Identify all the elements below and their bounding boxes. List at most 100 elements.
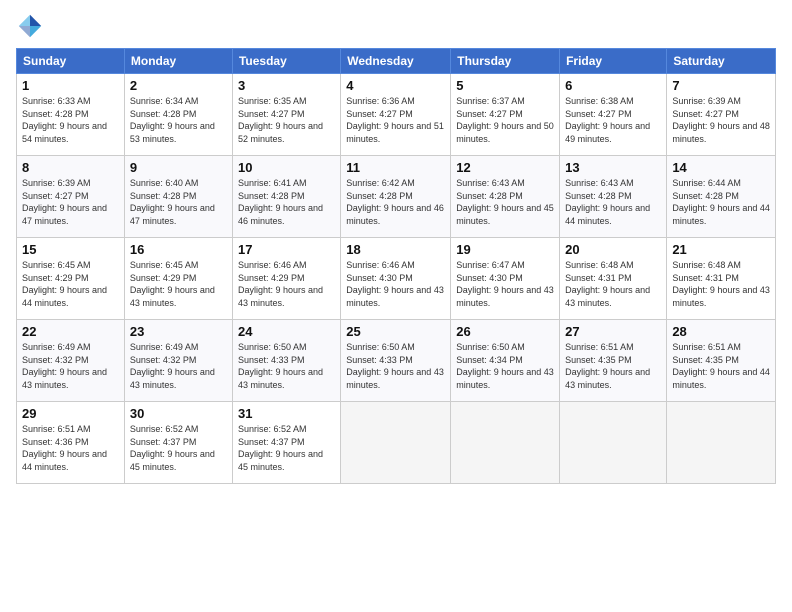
calendar-cell: 14Sunrise: 6:44 AMSunset: 4:28 PMDayligh…	[667, 156, 776, 238]
calendar-cell: 30Sunrise: 6:52 AMSunset: 4:37 PMDayligh…	[124, 402, 232, 484]
day-number: 16	[130, 242, 227, 257]
calendar-cell: 25 Sunrise: 6:50 AMSunset: 4:33 PMDayligh…	[341, 320, 451, 402]
day-number: 15	[22, 242, 119, 257]
calendar-cell: 23 Sunrise: 6:49 AMSunset: 4:32 PMDayligh…	[124, 320, 232, 402]
calendar-cell: 15 Sunrise: 6:45 AMSunset: 4:29 PMDayligh…	[17, 238, 125, 320]
day-info: Sunrise: 6:43 AMSunset: 4:28 PMDaylight:…	[456, 178, 554, 226]
calendar-cell: 20 Sunrise: 6:48 AMSunset: 4:31 PMDayligh…	[560, 238, 667, 320]
calendar-table: SundayMondayTuesdayWednesdayThursdayFrid…	[16, 48, 776, 484]
day-info: Sunrise: 6:39 AMSunset: 4:27 PMDaylight:…	[22, 178, 107, 226]
day-number: 2	[130, 78, 227, 93]
calendar-cell: 8 Sunrise: 6:39 AMSunset: 4:27 PMDaylight…	[17, 156, 125, 238]
day-number: 25	[346, 324, 445, 339]
day-number: 12	[456, 160, 554, 175]
day-info: Sunrise: 6:48 AMSunset: 4:31 PMDaylight:…	[672, 260, 770, 308]
calendar-cell: 22 Sunrise: 6:49 AMSunset: 4:32 PMDayligh…	[17, 320, 125, 402]
day-info: Sunrise: 6:52 AMSunset: 4:37 PMDaylight:…	[130, 424, 215, 472]
day-number: 5	[456, 78, 554, 93]
calendar-cell: 18 Sunrise: 6:46 AMSunset: 4:30 PMDayligh…	[341, 238, 451, 320]
day-number: 21	[672, 242, 770, 257]
calendar-cell: 12 Sunrise: 6:43 AMSunset: 4:28 PMDayligh…	[451, 156, 560, 238]
calendar-cell: 11 Sunrise: 6:42 AMSunset: 4:28 PMDayligh…	[341, 156, 451, 238]
day-number: 4	[346, 78, 445, 93]
calendar-cell: 28 Sunrise: 6:51 AMSunset: 4:35 PMDayligh…	[667, 320, 776, 402]
day-info: Sunrise: 6:51 AMSunset: 4:35 PMDaylight:…	[565, 342, 650, 390]
day-number: 17	[238, 242, 335, 257]
calendar-cell: 7 Sunrise: 6:39 AMSunset: 4:27 PMDaylight…	[667, 74, 776, 156]
calendar-cell: 3 Sunrise: 6:35 AMSunset: 4:27 PMDaylight…	[232, 74, 340, 156]
calendar-cell: 19Sunrise: 6:47 AMSunset: 4:30 PMDayligh…	[451, 238, 560, 320]
calendar-cell: 13 Sunrise: 6:43 AMSunset: 4:28 PMDayligh…	[560, 156, 667, 238]
calendar-cell: 4 Sunrise: 6:36 AMSunset: 4:27 PMDaylight…	[341, 74, 451, 156]
day-number: 8	[22, 160, 119, 175]
day-number: 22	[22, 324, 119, 339]
day-info: Sunrise: 6:44 AMSunset: 4:28 PMDaylight:…	[672, 178, 770, 226]
day-number: 9	[130, 160, 227, 175]
day-number: 10	[238, 160, 335, 175]
day-info: Sunrise: 6:51 AMSunset: 4:35 PMDaylight:…	[672, 342, 770, 390]
calendar-cell: 9Sunrise: 6:40 AMSunset: 4:28 PMDaylight…	[124, 156, 232, 238]
day-info: Sunrise: 6:48 AMSunset: 4:31 PMDaylight:…	[565, 260, 650, 308]
day-number: 7	[672, 78, 770, 93]
day-info: Sunrise: 6:50 AMSunset: 4:34 PMDaylight:…	[456, 342, 554, 390]
calendar-week-row: 1Sunrise: 6:33 AMSunset: 4:28 PMDaylight…	[17, 74, 776, 156]
day-number: 11	[346, 160, 445, 175]
day-info: Sunrise: 6:46 AMSunset: 4:30 PMDaylight:…	[346, 260, 444, 308]
day-info: Sunrise: 6:38 AMSunset: 4:27 PMDaylight:…	[565, 96, 650, 144]
day-number: 6	[565, 78, 661, 93]
day-number: 23	[130, 324, 227, 339]
header	[16, 12, 776, 40]
calendar-cell	[667, 402, 776, 484]
day-info: Sunrise: 6:45 AMSunset: 4:29 PMDaylight:…	[22, 260, 107, 308]
calendar-cell: 24 Sunrise: 6:50 AMSunset: 4:33 PMDayligh…	[232, 320, 340, 402]
logo	[16, 12, 48, 40]
day-info: Sunrise: 6:34 AMSunset: 4:28 PMDaylight:…	[130, 96, 215, 144]
day-info: Sunrise: 6:52 AMSunset: 4:37 PMDaylight:…	[238, 424, 323, 472]
calendar-cell	[451, 402, 560, 484]
weekday-header: Sunday	[17, 49, 125, 74]
day-info: Sunrise: 6:49 AMSunset: 4:32 PMDaylight:…	[130, 342, 215, 390]
weekday-header: Thursday	[451, 49, 560, 74]
calendar-cell: 21 Sunrise: 6:48 AMSunset: 4:31 PMDayligh…	[667, 238, 776, 320]
day-number: 13	[565, 160, 661, 175]
day-info: Sunrise: 6:41 AMSunset: 4:28 PMDaylight:…	[238, 178, 323, 226]
day-info: Sunrise: 6:50 AMSunset: 4:33 PMDaylight:…	[346, 342, 444, 390]
calendar-cell	[560, 402, 667, 484]
weekday-header: Saturday	[667, 49, 776, 74]
calendar-cell: 6 Sunrise: 6:38 AMSunset: 4:27 PMDaylight…	[560, 74, 667, 156]
day-number: 29	[22, 406, 119, 421]
weekday-header-row: SundayMondayTuesdayWednesdayThursdayFrid…	[17, 49, 776, 74]
day-info: Sunrise: 6:50 AMSunset: 4:33 PMDaylight:…	[238, 342, 323, 390]
calendar-cell: 31Sunrise: 6:52 AMSunset: 4:37 PMDayligh…	[232, 402, 340, 484]
calendar-cell: 17 Sunrise: 6:46 AMSunset: 4:29 PMDayligh…	[232, 238, 340, 320]
day-number: 26	[456, 324, 554, 339]
calendar-week-row: 15 Sunrise: 6:45 AMSunset: 4:29 PMDayligh…	[17, 238, 776, 320]
calendar-week-row: 29 Sunrise: 6:51 AMSunset: 4:36 PMDayligh…	[17, 402, 776, 484]
day-info: Sunrise: 6:42 AMSunset: 4:28 PMDaylight:…	[346, 178, 444, 226]
day-info: Sunrise: 6:33 AMSunset: 4:28 PMDaylight:…	[22, 96, 107, 144]
day-info: Sunrise: 6:35 AMSunset: 4:27 PMDaylight:…	[238, 96, 323, 144]
day-number: 27	[565, 324, 661, 339]
day-number: 24	[238, 324, 335, 339]
calendar-cell: 26 Sunrise: 6:50 AMSunset: 4:34 PMDayligh…	[451, 320, 560, 402]
day-number: 19	[456, 242, 554, 257]
weekday-header: Wednesday	[341, 49, 451, 74]
calendar-cell	[341, 402, 451, 484]
day-info: Sunrise: 6:43 AMSunset: 4:28 PMDaylight:…	[565, 178, 650, 226]
day-number: 28	[672, 324, 770, 339]
day-number: 20	[565, 242, 661, 257]
day-number: 18	[346, 242, 445, 257]
day-info: Sunrise: 6:39 AMSunset: 4:27 PMDaylight:…	[672, 96, 770, 144]
calendar-cell: 10 Sunrise: 6:41 AMSunset: 4:28 PMDayligh…	[232, 156, 340, 238]
day-number: 3	[238, 78, 335, 93]
day-info: Sunrise: 6:46 AMSunset: 4:29 PMDaylight:…	[238, 260, 323, 308]
calendar-cell: 2 Sunrise: 6:34 AMSunset: 4:28 PMDaylight…	[124, 74, 232, 156]
day-info: Sunrise: 6:45 AMSunset: 4:29 PMDaylight:…	[130, 260, 215, 308]
weekday-header: Friday	[560, 49, 667, 74]
day-info: Sunrise: 6:36 AMSunset: 4:27 PMDaylight:…	[346, 96, 444, 144]
day-info: Sunrise: 6:49 AMSunset: 4:32 PMDaylight:…	[22, 342, 107, 390]
calendar-cell: 5 Sunrise: 6:37 AMSunset: 4:27 PMDaylight…	[451, 74, 560, 156]
day-info: Sunrise: 6:37 AMSunset: 4:27 PMDaylight:…	[456, 96, 554, 144]
day-info: Sunrise: 6:51 AMSunset: 4:36 PMDaylight:…	[22, 424, 107, 472]
page-container: SundayMondayTuesdayWednesdayThursdayFrid…	[0, 0, 792, 492]
